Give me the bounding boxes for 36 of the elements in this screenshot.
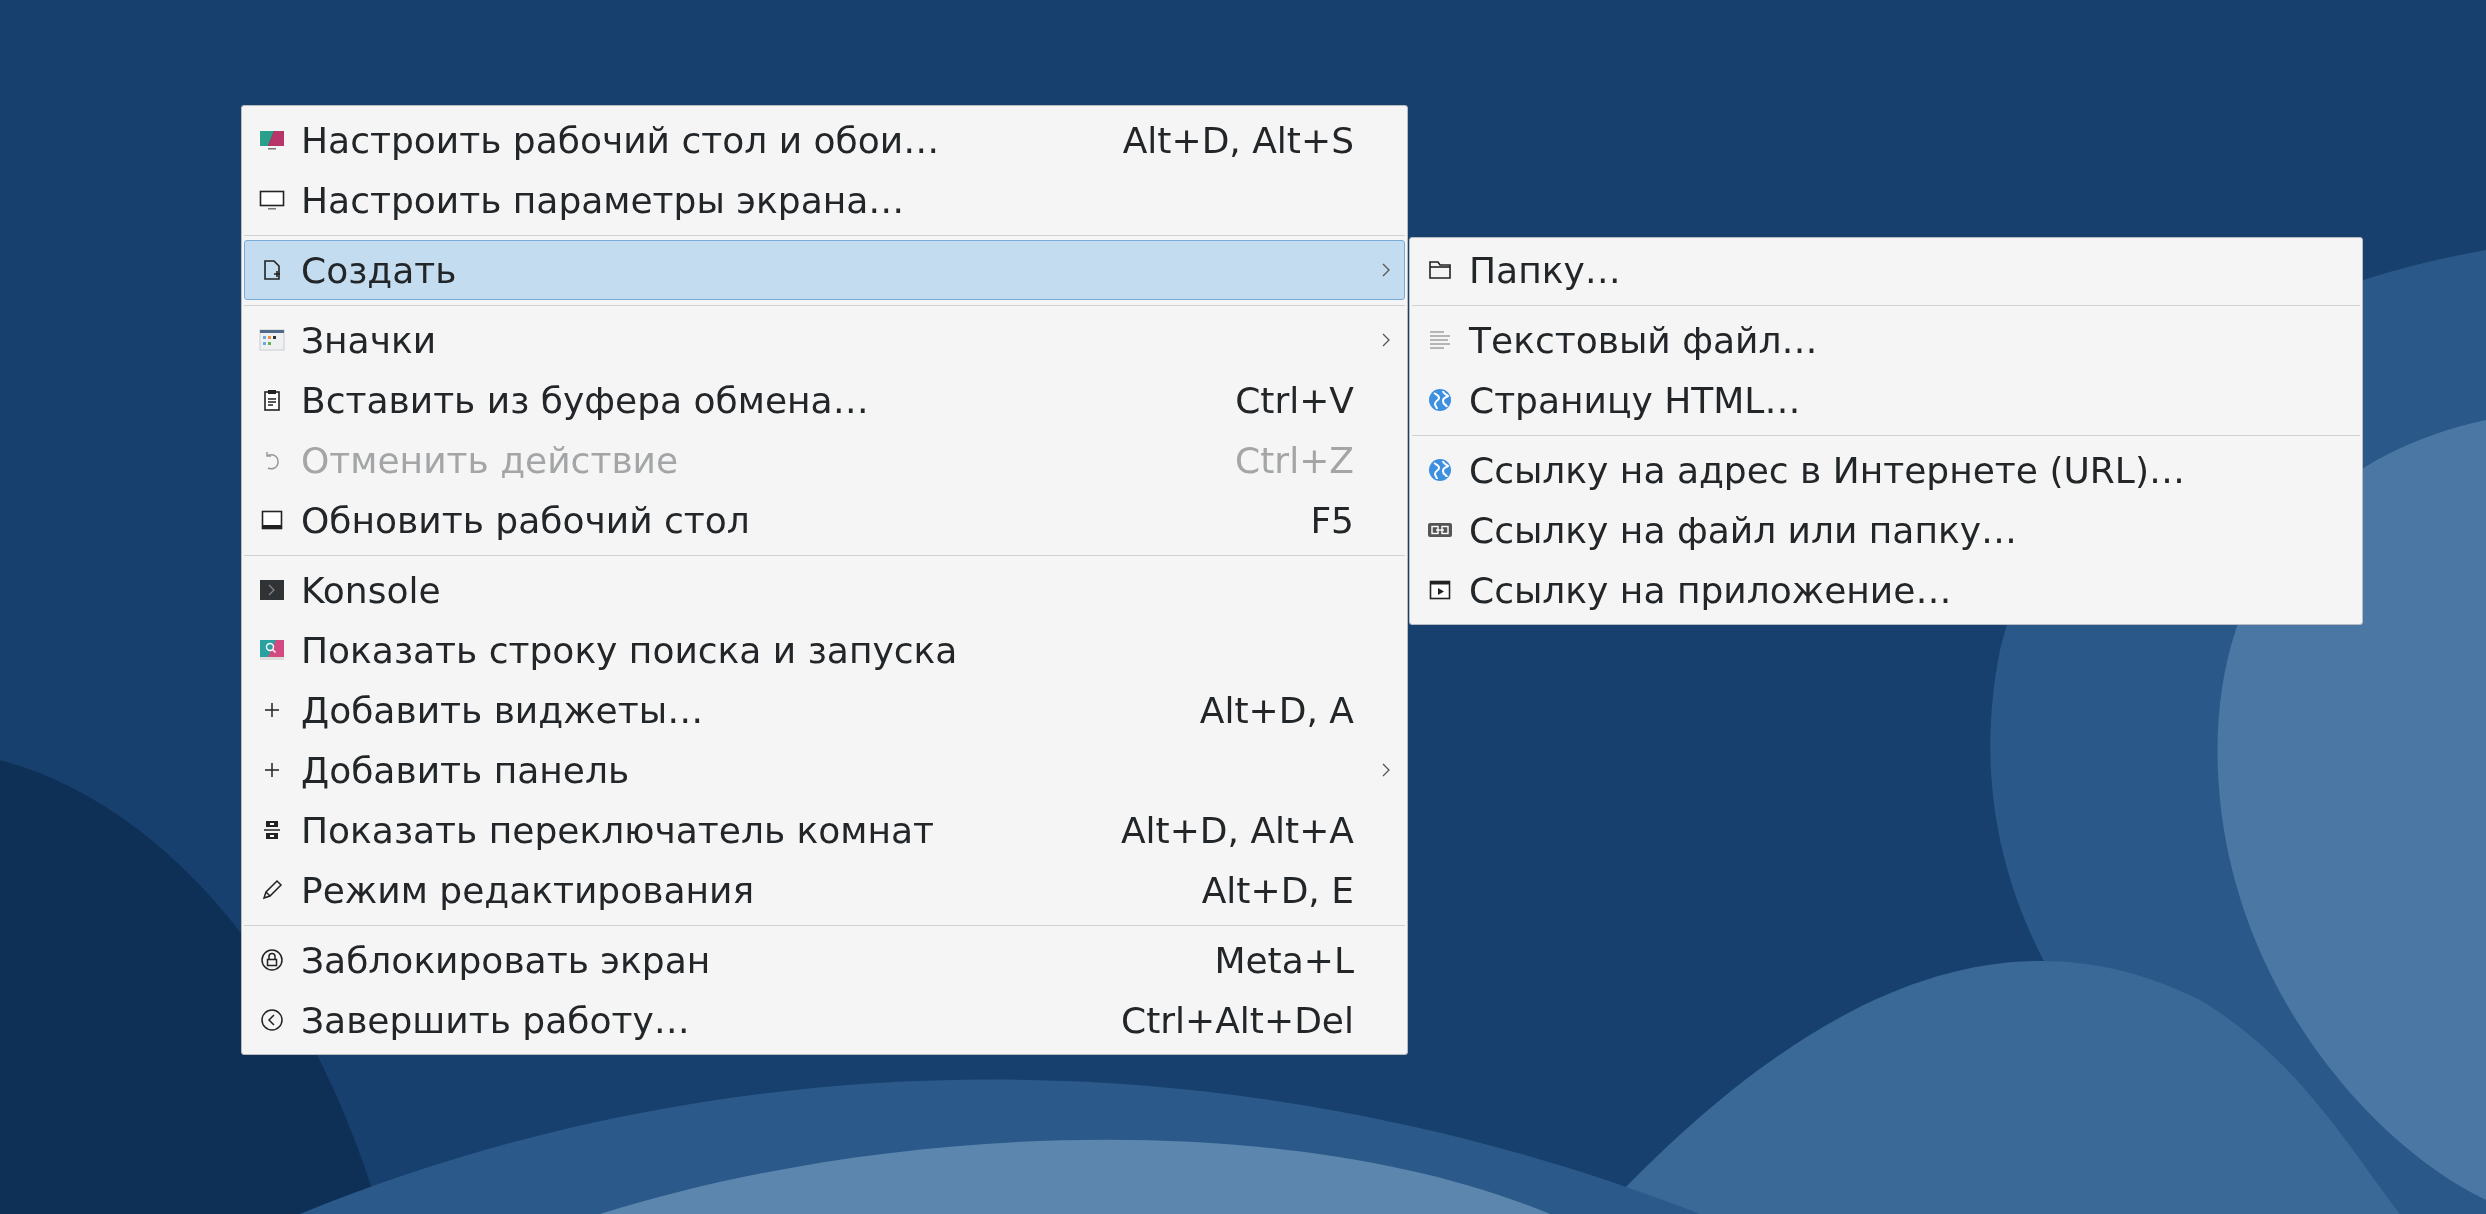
- menu-item[interactable]: Заблокировать экран Meta+L: [244, 930, 1405, 990]
- terminal-icon: [259, 577, 285, 603]
- lock-icon: [259, 947, 285, 973]
- shortcut-label: Ctrl+Alt+Del: [1121, 999, 1354, 1041]
- menu-item[interactable]: Настроить рабочий стол и обои… Alt+D, Alt+S: [244, 110, 1405, 170]
- globe-icon: [1427, 387, 1453, 413]
- menu-item[interactable]: Ссылку на адрес в Интернете (URL)…: [1412, 440, 2360, 500]
- menu-item[interactable]: Создать: [244, 240, 1405, 300]
- menu-item[interactable]: Текстовый файл…: [1412, 310, 2360, 370]
- menu-item[interactable]: Ссылку на файл или папку…: [1412, 500, 2360, 560]
- menu-item[interactable]: Завершить работу… Ctrl+Alt+Del: [244, 990, 1405, 1050]
- menu-item[interactable]: Добавить виджеты… Alt+D, A: [244, 680, 1405, 740]
- menu-item[interactable]: Вставить из буфера обмена… Ctrl+V: [244, 370, 1405, 430]
- shortcut-label: Ctrl+Z: [1235, 439, 1354, 481]
- menu-item[interactable]: Папку…: [1412, 240, 2360, 300]
- menu-item[interactable]: Режим редактирования Alt+D, E: [244, 860, 1405, 920]
- shortcut-label: Meta+L: [1214, 939, 1354, 981]
- globe-icon: [1427, 457, 1453, 483]
- menu-item[interactable]: Страницу HTML…: [1412, 370, 2360, 430]
- menu-item[interactable]: Обновить рабочий стол F5: [244, 490, 1405, 550]
- shortcut-label: Alt+D, Alt+S: [1122, 119, 1354, 161]
- shortcut-label: Ctrl+V: [1235, 379, 1354, 421]
- search-monitor-icon: [259, 637, 285, 663]
- leave-icon: [259, 1007, 285, 1033]
- menu-item[interactable]: Показать строку поиска и запуска: [244, 620, 1405, 680]
- shortcut-label: Alt+D, A: [1199, 689, 1354, 731]
- menu-item[interactable]: Показать переключатель комнат Alt+D, Alt+A: [244, 800, 1405, 860]
- menu-item[interactable]: Добавить панель: [244, 740, 1405, 800]
- menu-item[interactable]: Konsole: [244, 560, 1405, 620]
- shortcut-label: F5: [1310, 499, 1354, 541]
- icon-grid-icon: [259, 327, 285, 353]
- menu-item[interactable]: Настроить параметры экрана…: [244, 170, 1405, 230]
- menu-item[interactable]: Значки: [244, 310, 1405, 370]
- shortcut-label: Alt+D, E: [1201, 869, 1354, 911]
- shortcut-label: Alt+D, Alt+A: [1120, 809, 1354, 851]
- menu-item[interactable]: Ссылку на приложение…: [1412, 560, 2360, 620]
